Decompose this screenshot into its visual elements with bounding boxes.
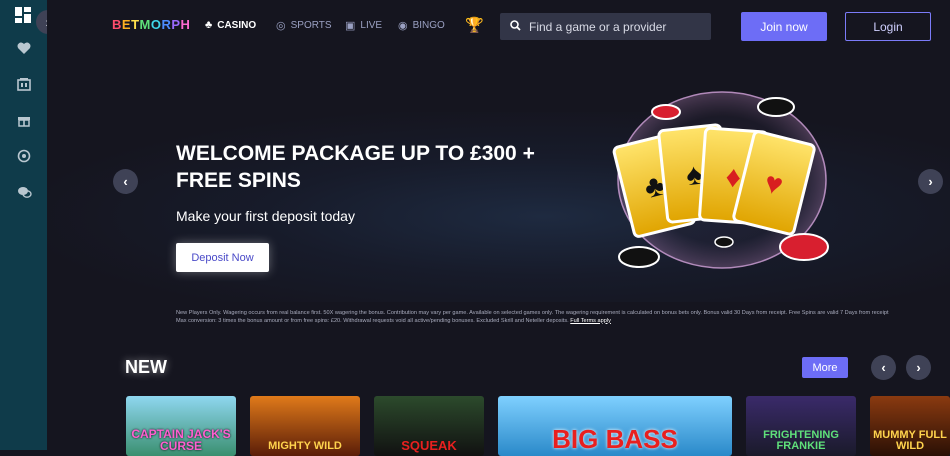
deposit-now-button[interactable]: Deposit Now (176, 243, 269, 272)
target-icon[interactable] (14, 146, 34, 166)
live-icon: ▣ (345, 20, 356, 32)
chevron-left-icon: ‹ (881, 360, 886, 375)
search-bar[interactable] (500, 13, 711, 40)
nav-bingo[interactable]: ◉ BINGO (398, 19, 445, 32)
gift-icon[interactable] (14, 110, 34, 130)
chevron-left-icon: ‹ (123, 174, 128, 189)
banner-headline: WELCOME PACKAGE UP TO £300 + FREE SPINS (176, 142, 535, 192)
logo-letter: B (112, 17, 122, 32)
game-title: BIG BASS (552, 424, 678, 454)
game-tile[interactable]: BIG BASS (498, 396, 732, 456)
chevron-right-icon: › (916, 360, 921, 375)
join-now-button[interactable]: Join now (741, 12, 827, 41)
game-title: MUMMY FULL WILD (873, 429, 947, 452)
logo-letter: E (121, 17, 132, 32)
nav-casino[interactable]: ♣ CASINO (205, 19, 256, 31)
search-icon (510, 19, 521, 34)
ball-icon: ◎ (276, 20, 286, 32)
terms-text: New Players Only. Wagering occurs from r… (176, 310, 896, 325)
logo-letter: P (171, 17, 181, 32)
nav-sports[interactable]: ◎ SPORTS (276, 19, 332, 32)
game-title: SQUEAK (401, 438, 457, 453)
logo-letter: H (180, 17, 191, 32)
game-title: CAPTAIN JACK'S CURSE (131, 427, 231, 453)
nav-casino-label: CASINO (217, 19, 257, 31)
logo-letter: O (150, 17, 162, 32)
search-input[interactable] (529, 19, 699, 34)
game-title: FRIGHTENING FRANKIE (763, 429, 839, 452)
terms-body: New Players Only. Wagering occurs from r… (176, 310, 889, 324)
full-terms-link[interactable]: Full Terms apply (570, 318, 611, 324)
header: BETMORPH ♣ CASINO ◎ SPORTS ▣ LIVE ◉ BING… (47, 0, 950, 52)
chevron-right-icon: › (928, 174, 933, 189)
chat-icon[interactable] (14, 182, 34, 202)
casino-icon[interactable] (14, 74, 34, 94)
games-next-button[interactable]: › (906, 355, 931, 380)
logo-letter: M (139, 17, 151, 32)
clover-icon: ♣ (205, 19, 213, 31)
dashboard-icon[interactable] (8, 0, 38, 30)
games-prev-button[interactable]: ‹ (871, 355, 896, 380)
game-tile[interactable]: FRIGHTENING FRANKIE (746, 396, 856, 456)
new-games-list: CAPTAIN JACK'S CURSE MIGHTY WILD SQUEAK … (0, 396, 950, 456)
promo-banner: ‹ › WELCOME PACKAGE UP TO £300 + FREE SP… (47, 52, 950, 342)
nav-live[interactable]: ▣ LIVE (345, 19, 382, 32)
logo-letter: T (131, 17, 140, 32)
logo-letter: R (161, 17, 172, 32)
game-tile[interactable]: MUMMY FULL WILD (870, 396, 950, 456)
trophy-icon[interactable]: 🏆 (465, 16, 484, 34)
nav-bingo-label: BINGO (412, 20, 445, 31)
new-section-title: NEW (125, 357, 167, 377)
game-title: MIGHTY WILD (268, 440, 342, 452)
nav-sports-label: SPORTS (290, 20, 332, 31)
game-tile[interactable]: MIGHTY WILD (250, 396, 360, 456)
banner-prev-button[interactable]: ‹ (113, 169, 138, 194)
game-tile[interactable]: SQUEAK (374, 396, 484, 456)
playing-cards-illustration: ♣ ♠ ♦ ♥ (612, 91, 829, 269)
heart-icon[interactable] (14, 38, 34, 58)
nav-live-label: LIVE (360, 20, 383, 31)
logo[interactable]: BETMORPH (112, 17, 190, 32)
game-tile[interactable]: CAPTAIN JACK'S CURSE (126, 396, 236, 456)
banner-subline: Make your first deposit today (176, 208, 355, 224)
bingo-icon: ◉ (398, 20, 408, 32)
sidebar (0, 0, 47, 450)
login-button[interactable]: Login (845, 12, 931, 41)
more-button[interactable]: More (802, 357, 848, 378)
banner-next-button[interactable]: › (918, 169, 943, 194)
